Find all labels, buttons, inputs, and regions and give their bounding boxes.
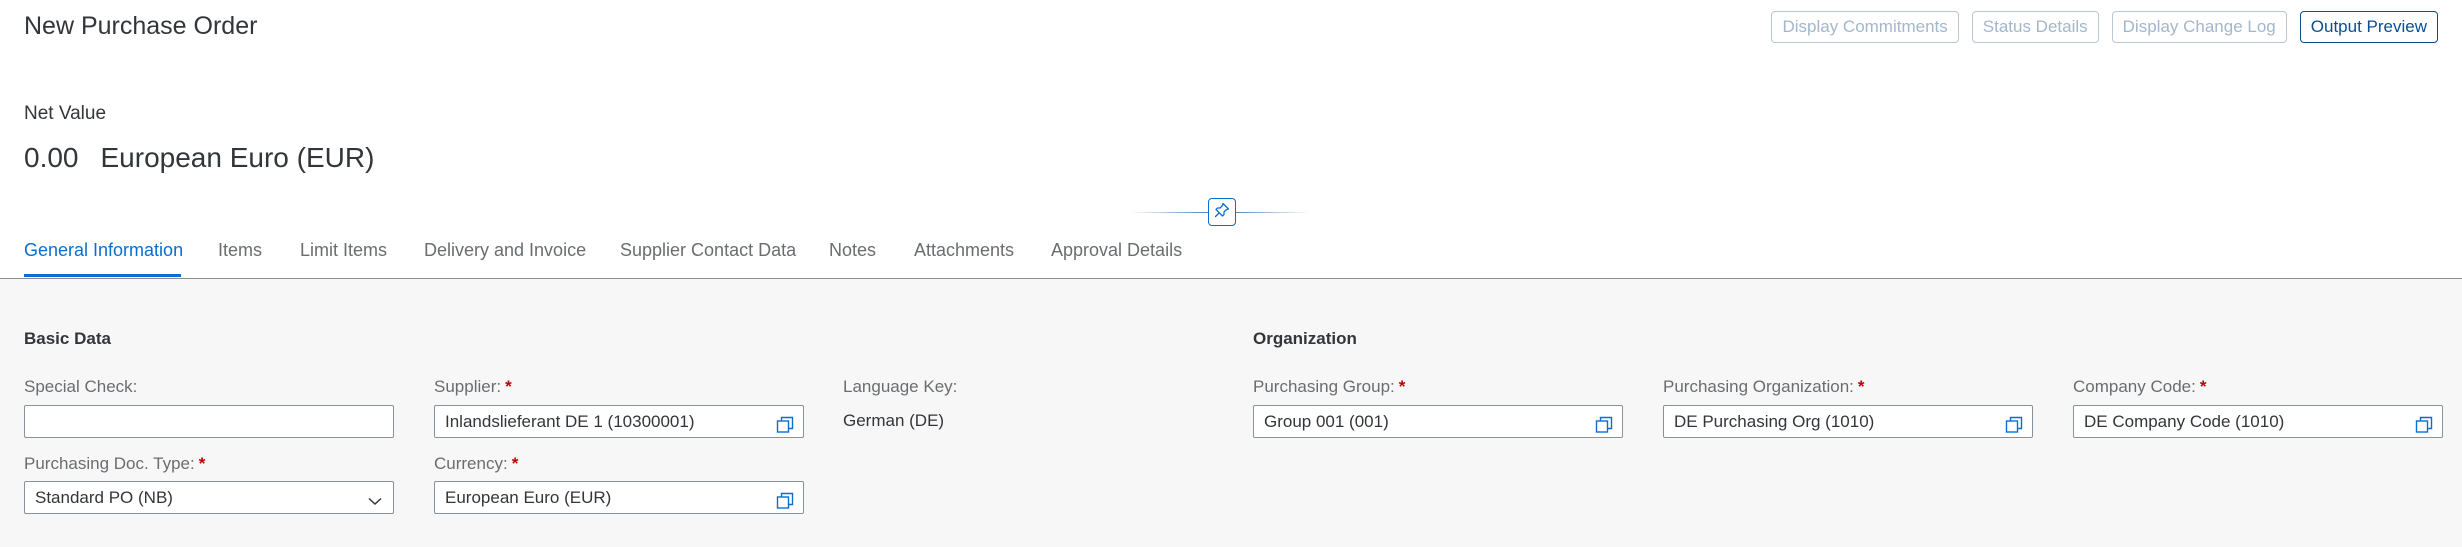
net-value-amount: 0.00 — [24, 142, 79, 173]
currency-value: European Euro (EUR) — [445, 488, 612, 507]
purchasing-doc-type-label: Purchasing Doc. Type: * — [24, 454, 206, 473]
tab-approval-details[interactable]: Approval Details — [1051, 240, 1182, 261]
purchasing-doc-type-select[interactable]: Standard PO (NB) — [24, 481, 394, 514]
language-key-label: Language Key: — [843, 377, 958, 396]
supplier-value: Inlandslieferant DE 1 (10300001) — [445, 412, 695, 431]
company-code-value: DE Company Code (1010) — [2084, 412, 2285, 431]
chevron-down-icon[interactable] — [366, 489, 384, 507]
header-actions: Display Commitments Status Details Displ… — [1771, 11, 2438, 43]
supplier-label: Supplier: * — [434, 377, 512, 396]
value-help-icon[interactable] — [2415, 413, 2433, 433]
supplier-input[interactable]: Inlandslieferant DE 1 (10300001) — [434, 405, 804, 438]
value-help-icon[interactable] — [1595, 413, 1613, 433]
purchasing-organization-input[interactable]: DE Purchasing Org (1010) — [1663, 405, 2033, 438]
currency-label: Currency: * — [434, 454, 519, 473]
special-check-label: Special Check: — [24, 377, 138, 396]
company-code-label: Company Code: * — [2073, 377, 2207, 396]
tab-supplier-contact-data[interactable]: Supplier Contact Data — [620, 240, 796, 261]
active-tab-indicator — [24, 274, 181, 277]
organization-title: Organization — [1253, 329, 1357, 348]
tab-items[interactable]: Items — [218, 240, 262, 261]
tab-limit-items[interactable]: Limit Items — [300, 240, 387, 261]
status-details-button[interactable]: Status Details — [1971, 11, 2099, 43]
net-value: 0.00 European Euro (EUR) — [24, 142, 374, 174]
output-preview-button[interactable]: Output Preview — [2299, 11, 2438, 43]
net-value-currency: European Euro (EUR) — [100, 142, 375, 173]
general-information-panel: Basic Data Organization Special Check: S… — [0, 279, 2462, 547]
pin-header-button[interactable] — [1208, 198, 1236, 226]
tab-general-information[interactable]: General Information — [24, 240, 183, 261]
display-change-log-button[interactable]: Display Change Log — [2111, 11, 2287, 43]
basic-data-title: Basic Data — [24, 329, 111, 348]
value-help-icon[interactable] — [776, 489, 794, 509]
display-commitments-button[interactable]: Display Commitments — [1771, 11, 1959, 43]
tab-attachments[interactable]: Attachments — [914, 240, 1014, 261]
purchasing-group-value: Group 001 (001) — [1264, 412, 1389, 431]
pin-icon — [1214, 202, 1230, 223]
net-value-label: Net Value — [24, 103, 107, 124]
purchasing-doc-type-value: Standard PO (NB) — [35, 488, 173, 507]
value-help-icon[interactable] — [2005, 413, 2023, 433]
purchasing-organization-value: DE Purchasing Org (1010) — [1674, 412, 1875, 431]
page-title: New Purchase Order — [24, 12, 258, 40]
purchasing-organization-label: Purchasing Organization: * — [1663, 377, 1865, 396]
currency-input[interactable]: European Euro (EUR) — [434, 481, 804, 514]
purchasing-group-input[interactable]: Group 001 (001) — [1253, 405, 1623, 438]
company-code-input[interactable]: DE Company Code (1010) — [2073, 405, 2443, 438]
language-key-value: German (DE) — [843, 411, 945, 430]
tab-delivery-and-invoice[interactable]: Delivery and Invoice — [424, 240, 586, 261]
tab-bar: General Information Items Limit Items De… — [0, 232, 2462, 279]
special-check-input[interactable] — [24, 405, 394, 438]
tab-notes[interactable]: Notes — [829, 240, 876, 261]
value-help-icon[interactable] — [776, 413, 794, 433]
purchasing-group-label: Purchasing Group: * — [1253, 377, 1406, 396]
